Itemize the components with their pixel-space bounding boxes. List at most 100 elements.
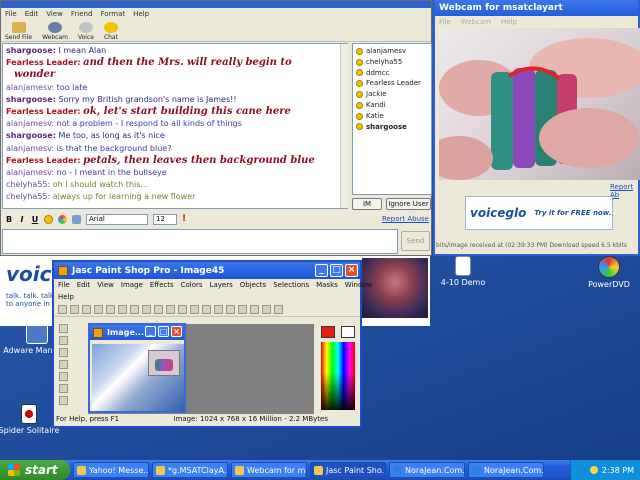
tray-icon[interactable] — [589, 466, 598, 474]
report-abuse-link[interactable]: Report Abuse — [382, 215, 429, 223]
image-titlebar[interactable]: Image... _ □ × — [90, 325, 184, 340]
chat-user-list[interactable]: alanjamesv chelyha55 ddmcc Fearless Lead… — [352, 43, 432, 195]
emoticon-icon[interactable] — [44, 214, 53, 224]
maximize-button[interactable]: □ — [158, 326, 169, 337]
copy-icon[interactable] — [118, 305, 127, 314]
menu-colors[interactable]: Colors — [181, 281, 203, 289]
menu-format[interactable]: Format — [100, 10, 125, 18]
message-input[interactable] — [2, 229, 398, 254]
maximize-button[interactable]: □ — [330, 264, 343, 277]
image-document-window[interactable]: Image... _ □ × — [88, 323, 186, 413]
save-icon[interactable] — [82, 305, 91, 314]
capture-icon[interactable] — [190, 305, 199, 314]
desktop-icon-powerdvd[interactable]: PowerDVD — [574, 256, 640, 289]
histogram-icon[interactable] — [226, 305, 235, 314]
freehand-tool-icon[interactable] — [58, 396, 68, 405]
menu-file[interactable]: File — [5, 10, 17, 18]
im-button[interactable]: IM — [352, 198, 382, 210]
user-list-item[interactable]: chelyha55 — [356, 57, 428, 68]
minimize-button[interactable]: _ — [315, 264, 328, 277]
arrow-tool-icon[interactable] — [58, 324, 68, 333]
menu-selections[interactable]: Selections — [273, 281, 309, 289]
voiceglo-ad[interactable]: voiceglo Try it for FREE now. — [465, 196, 613, 230]
overview-icon[interactable] — [238, 305, 247, 314]
user-list-item[interactable]: shargoose — [356, 122, 428, 133]
voice-button[interactable]: Voice — [78, 22, 94, 41]
menu-objects[interactable]: Objects — [240, 281, 266, 289]
chat-message-log[interactable]: shargoose: I mean Alan Fearless Leader: … — [2, 43, 348, 209]
mover-tool-icon[interactable] — [58, 372, 68, 381]
ignore-user-button[interactable]: Ignore User — [386, 198, 431, 210]
taskbar-item-browser-1[interactable]: NoraJean.Com... — [389, 462, 465, 478]
background-color-swatch[interactable] — [341, 326, 355, 338]
menu-view[interactable]: View — [97, 281, 114, 289]
menu-window[interactable]: Window — [345, 281, 373, 289]
menu-edit[interactable]: Edit — [77, 281, 91, 289]
menu-edit[interactable]: Edit — [25, 10, 39, 18]
taskbar-item-psp[interactable]: Jasc Paint Sho... — [310, 462, 386, 478]
paste-icon[interactable] — [130, 305, 139, 314]
psp-titlebar[interactable]: Jasc Paint Shop Pro - Image45 _ □ × — [54, 262, 360, 279]
user-list-item[interactable]: Katie — [356, 111, 428, 122]
foreground-color-swatch[interactable] — [321, 326, 335, 338]
taskbar-item-webcam[interactable]: Webcam for m... — [231, 462, 307, 478]
color-palette[interactable] — [319, 324, 359, 414]
menu-help[interactable]: Help — [501, 18, 517, 26]
chat-titlebar[interactable] — [1, 1, 431, 8]
send-file-button[interactable]: Send File — [5, 22, 32, 41]
open-icon[interactable] — [70, 305, 79, 314]
chat-scrollbar[interactable] — [340, 44, 348, 208]
browse-icon[interactable] — [178, 305, 187, 314]
user-list-item[interactable]: ddmcc — [356, 68, 428, 79]
menu-file[interactable]: File — [58, 281, 70, 289]
zoom-icon[interactable] — [166, 305, 175, 314]
layer-palette-icon[interactable] — [214, 305, 223, 314]
menu-help[interactable]: Help — [58, 293, 74, 301]
menu-file[interactable]: File — [439, 18, 451, 26]
menu-effects[interactable]: Effects — [150, 281, 174, 289]
color-spectrum[interactable] — [321, 342, 355, 410]
italic-button[interactable]: I — [18, 215, 26, 224]
user-list-item[interactable]: Kandi — [356, 100, 428, 111]
zoom-tool-icon[interactable] — [58, 336, 68, 345]
help-icon[interactable] — [274, 305, 283, 314]
color-icon[interactable] — [58, 214, 67, 224]
underline-button[interactable]: U — [31, 215, 39, 224]
menu-friend[interactable]: Friend — [71, 10, 93, 18]
selection-tool-icon[interactable] — [58, 384, 68, 393]
print-icon[interactable] — [94, 305, 103, 314]
yahoo-chat-window[interactable]: File Edit View Friend Format Help Send F… — [0, 0, 432, 256]
user-list-item[interactable]: alanjamesv — [356, 46, 428, 57]
font-size-select[interactable]: 12 — [153, 213, 177, 225]
close-button[interactable]: × — [171, 326, 182, 337]
user-list-item[interactable]: Jackie — [356, 89, 428, 100]
close-button[interactable]: × — [345, 264, 358, 277]
chat-button[interactable]: Chat — [104, 22, 118, 41]
deform-tool-icon[interactable] — [58, 348, 68, 357]
webcam-button[interactable]: Webcam — [42, 22, 68, 41]
font-select[interactable]: Arial — [86, 213, 148, 225]
user-list-item[interactable]: Fearless Leader — [356, 78, 428, 89]
bold-button[interactable]: B — [5, 215, 13, 224]
taskbar-item-chat[interactable]: *g.MSATClayA... — [152, 462, 228, 478]
cut-icon[interactable] — [106, 305, 115, 314]
send-button[interactable]: Send — [401, 231, 430, 251]
crop-tool-icon[interactable] — [58, 360, 68, 369]
menu-image[interactable]: Image — [121, 281, 143, 289]
clock[interactable]: 2:38 PM — [602, 466, 634, 475]
image-canvas[interactable] — [92, 344, 184, 411]
alert-icon[interactable]: ! — [182, 214, 186, 224]
desktop-icon-demo[interactable]: 4-10 Demo — [428, 256, 498, 287]
audible-icon[interactable] — [72, 214, 81, 224]
tool-options-icon[interactable] — [250, 305, 259, 314]
redo-icon[interactable] — [154, 305, 163, 314]
taskbar-item-yahoo[interactable]: Yahoo! Messe... — [73, 462, 149, 478]
minimize-button[interactable]: _ — [145, 326, 156, 337]
menu-view[interactable]: View — [46, 10, 63, 18]
color-palette-icon[interactable] — [262, 305, 271, 314]
toggle-palette-icon[interactable] — [202, 305, 211, 314]
undo-icon[interactable] — [142, 305, 151, 314]
menu-layers[interactable]: Layers — [210, 281, 233, 289]
new-icon[interactable] — [58, 305, 67, 314]
taskbar-item-browser-2[interactable]: NoraJean.Com... — [468, 462, 544, 478]
